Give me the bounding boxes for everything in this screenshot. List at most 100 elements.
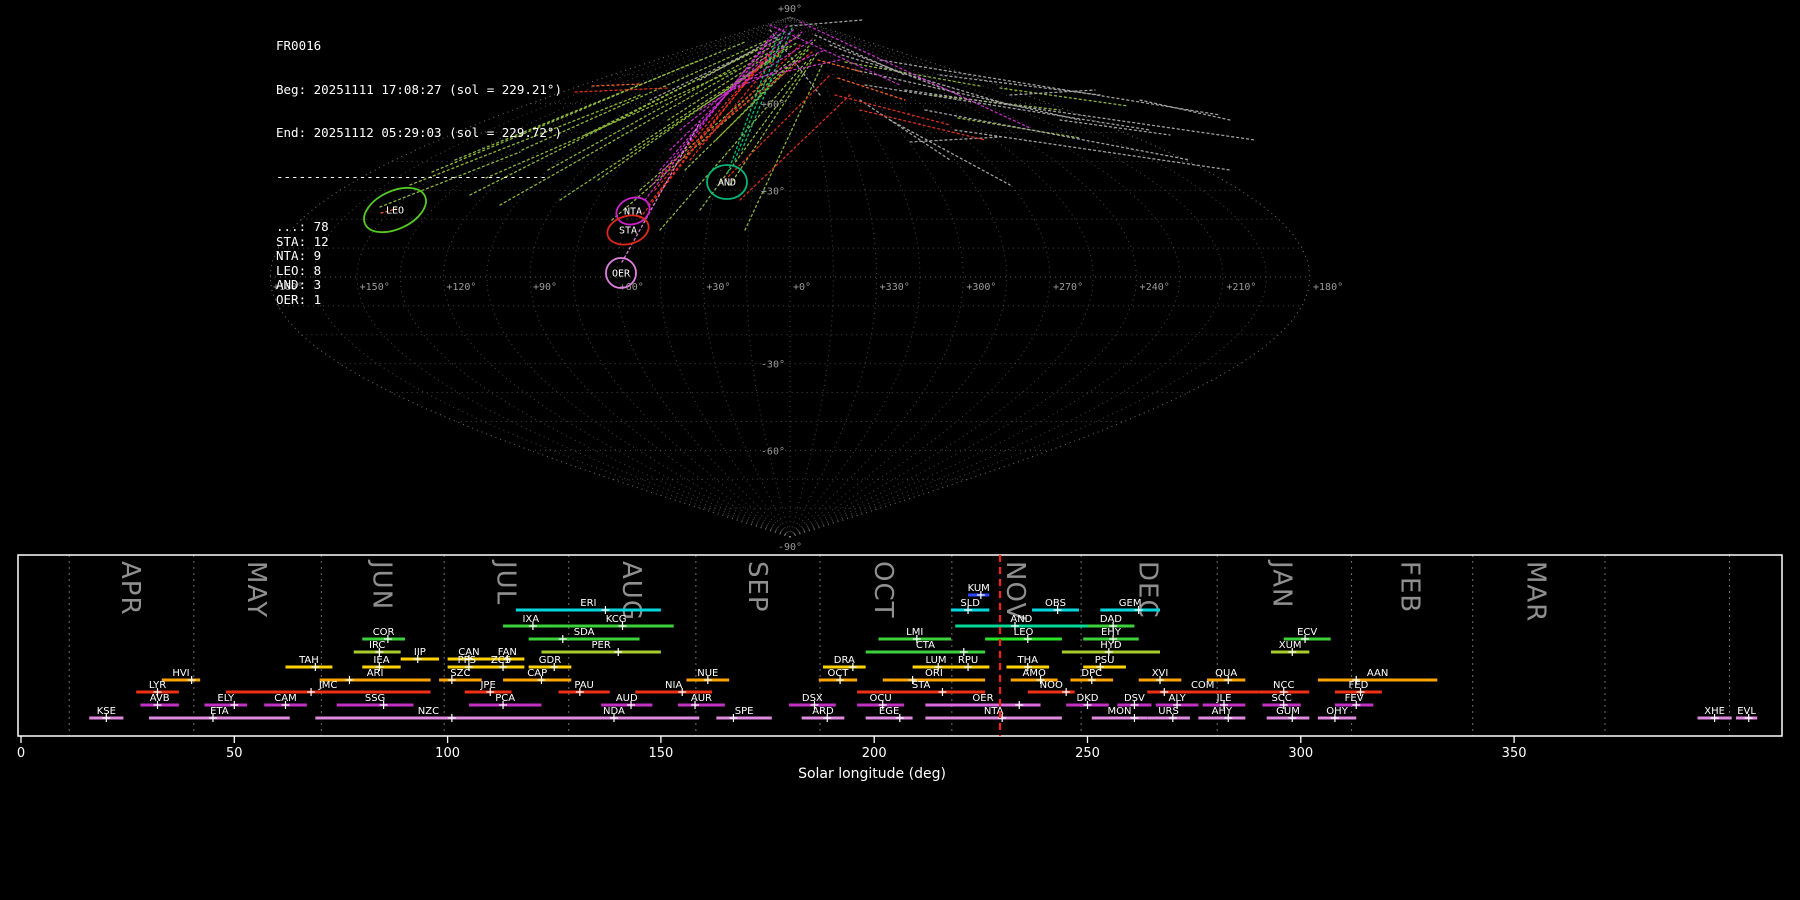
svg-text:+0°: +0° [793,282,811,293]
shower-label-NIA: NIA [665,680,682,691]
shower-AAN: AAN [1318,668,1437,684]
shower-count-sporadic: ...: 78 [276,220,562,235]
shower-NTA: NTA [925,706,1062,722]
shower-label-NZC: NZC [418,706,439,717]
shower-label-KSE: KSE [97,706,116,717]
shower-CAP: CAP [503,668,571,684]
shower-count-STA: STA: 12 [276,235,562,250]
shower-NZC: NZC [315,706,541,722]
shower-label-EHY: EHY [1101,627,1122,638]
month-label-JAN: JAN [1267,559,1297,608]
observation-end: End: 20251112 05:29:03 (sol = 229.72°) [276,126,562,141]
shower-label-GDR: GDR [539,655,561,666]
shower-label-AHY: AHY [1212,706,1233,717]
shower-label-SCC: SCC [1271,693,1291,704]
shower-layer: KUMERISLDOBSGEMIXAKCGANDDADCORSDALMILEOE… [89,583,1757,722]
shower-label-LUM: LUM [926,655,947,666]
shower-PAU: PAU [559,680,610,696]
shower-ZCS: ZCS [477,655,524,671]
shower-AHY: AHY [1198,706,1245,722]
radiant-label-AND: AND [718,178,736,189]
shower-AVB: AVB [140,693,178,709]
shower-label-AUR: AUR [691,693,712,704]
shower-label-SDA: SDA [574,627,595,638]
shower-label-COR: COR [373,627,395,638]
shower-label-XUM: XUM [1279,640,1302,651]
shower-NUE: NUE [686,668,729,684]
shower-COM: COM [1147,680,1258,696]
shower-label-PSU: PSU [1095,655,1115,666]
shower-label-AMO: AMO [1023,668,1046,679]
shower-label-DAD: DAD [1100,614,1122,625]
shower-label-LEO: LEO [1014,627,1034,638]
month-label-APR: APR [115,561,145,616]
shower-LMI: LMI [878,627,951,643]
month-label-MAR: MAR [1521,561,1551,622]
shower-label-XHE: XHE [1704,706,1725,717]
month-label-SEP: SEP [742,561,772,613]
shower-PER: PER [541,640,660,656]
shower-label-COM: COM [1191,680,1214,691]
shower-XHE: XHE [1698,706,1732,722]
svg-text:-30°: -30° [761,360,785,371]
shower-URS: URS [1147,706,1190,722]
svg-text:0: 0 [17,746,25,761]
shower-label-MON: MON [1108,706,1132,717]
station-id: FR0016 [276,39,562,54]
radiant-label-OER: OER [612,269,631,280]
svg-text:150: 150 [648,746,673,761]
svg-text:+240°: +240° [1140,282,1170,293]
svg-text:-90°: -90° [778,542,802,552]
svg-text:100: 100 [435,746,460,761]
shower-label-OER: OER [972,693,993,704]
shower-IXA: IXA [503,614,558,630]
shower-count-OER: OER: 1 [276,293,562,308]
shower-label-ETA: ETA [210,706,229,717]
svg-text:50: 50 [226,746,243,761]
shower-label-AND: AND [1010,614,1032,625]
shower-HVI: HVI [162,668,200,684]
shower-label-IXA: IXA [522,614,539,625]
shower-label-ARI: ARI [367,668,384,679]
shower-label-SSG: SSG [365,693,385,704]
shower-MON: MON [1092,706,1147,722]
shower-label-KUM: KUM [968,583,990,594]
shower-label-ZCS: ZCS [491,655,511,666]
shower-label-DSV: DSV [1124,693,1145,704]
shower-label-THA: THA [1017,655,1039,666]
shower-OBS: OBS [1032,598,1079,614]
shower-label-PAU: PAU [574,680,594,691]
shower-IIP: IIP [401,647,439,663]
shower-XUM: XUM [1271,640,1309,656]
svg-text:+60°: +60° [761,100,785,111]
shower-count-LEO: LEO: 8 [276,264,562,279]
shower-DPC: DPC [1070,668,1113,684]
shower-label-GEM: GEM [1119,598,1142,609]
shower-label-NUE: NUE [697,668,718,679]
shower-AUR: AUR [678,693,725,709]
shower-label-SLD: SLD [960,598,980,609]
shower-count-AND: AND: 3 [276,278,562,293]
shower-XVI: XVI [1139,668,1182,684]
shower-label-RPU: RPU [958,655,978,666]
shower-DKD: DKD [1066,693,1109,709]
shower-label-IIP: IIP [414,647,426,658]
shower-label-GUM: GUM [1276,706,1300,717]
shower-label-DPC: DPC [1081,668,1102,679]
shower-label-AUD: AUD [616,693,638,704]
shower-TAH: TAH [285,655,332,671]
shower-SLD: SLD [951,598,989,614]
shower-KSE: KSE [89,706,123,722]
observation-begin: Beg: 20251111 17:08:27 (sol = 229.21°) [276,83,562,98]
shower-HYD: HYD [1062,640,1160,656]
shower-label-STA: STA [912,680,931,691]
shower-IRC: IRC [354,640,401,656]
shower-label-FED: FED [1349,680,1369,691]
svg-text:250: 250 [1075,746,1100,761]
month-layer: APRMAYJUNJULAUGSEPOCTNOVDECJANFEBMAR [69,555,1729,736]
month-label-AUG: AUG [616,561,646,621]
svg-text:+30°: +30° [761,186,785,197]
svg-text:-60°: -60° [761,446,785,457]
shower-count-NTA: NTA: 9 [276,249,562,264]
shower-PCA: PCA [469,693,542,709]
